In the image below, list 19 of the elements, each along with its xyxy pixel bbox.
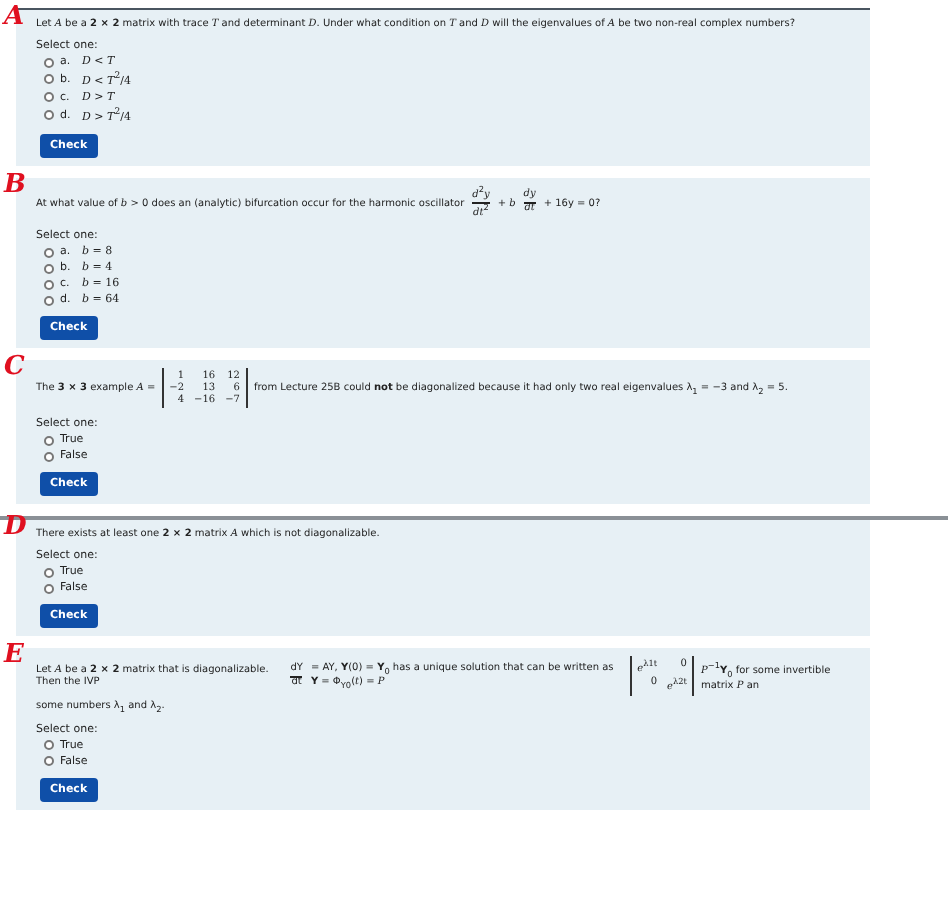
radio-button[interactable] — [44, 92, 54, 103]
handwritten-letter: D — [4, 514, 27, 541]
radio-button[interactable] — [44, 756, 54, 767]
radio-button[interactable] — [44, 295, 54, 306]
radio-button[interactable] — [44, 435, 54, 446]
radio-button[interactable] — [44, 263, 54, 274]
radio-button[interactable] — [44, 567, 54, 578]
handwritten-letter: A — [4, 4, 25, 30]
handwritten-letter: E — [4, 642, 24, 669]
radio-button[interactable] — [44, 583, 54, 594]
radio-button[interactable] — [44, 247, 54, 258]
radio-button[interactable] — [44, 451, 54, 462]
radio-button[interactable] — [44, 279, 54, 290]
radio-button[interactable] — [44, 74, 54, 85]
handwritten-letter: B — [4, 171, 26, 198]
radio-button[interactable] — [44, 57, 54, 67]
handwritten-letter: C — [4, 354, 25, 381]
radio-button[interactable] — [44, 110, 54, 121]
radio-button[interactable] — [44, 740, 54, 751]
